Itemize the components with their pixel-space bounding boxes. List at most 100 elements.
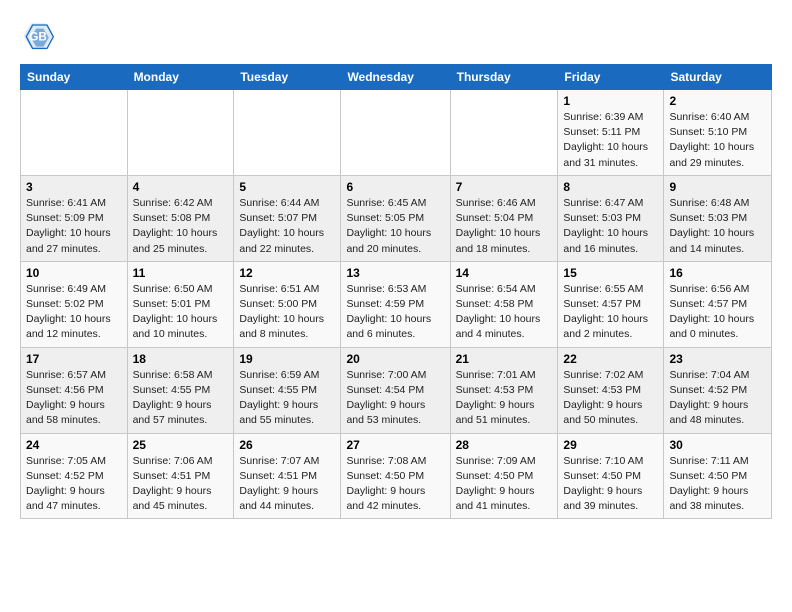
calendar-cell: 12 Sunrise: 6:51 AM Sunset: 5:00 PM Dayli…	[234, 261, 341, 347]
day-info: Sunrise: 7:00 AM Sunset: 4:54 PM Dayligh…	[346, 368, 444, 429]
day-info: Sunrise: 7:10 AM Sunset: 4:50 PM Dayligh…	[563, 454, 658, 515]
day-number: 10	[26, 266, 122, 280]
day-info: Sunrise: 7:01 AM Sunset: 4:53 PM Dayligh…	[456, 368, 553, 429]
svg-text:GB: GB	[29, 30, 47, 43]
day-info: Sunrise: 6:45 AM Sunset: 5:05 PM Dayligh…	[346, 196, 444, 257]
day-number: 30	[669, 438, 766, 452]
day-number: 8	[563, 180, 658, 194]
day-number: 20	[346, 352, 444, 366]
calendar-cell: 16 Sunrise: 6:56 AM Sunset: 4:57 PM Dayli…	[664, 261, 772, 347]
calendar-cell: 15 Sunrise: 6:55 AM Sunset: 4:57 PM Dayli…	[558, 261, 664, 347]
day-info: Sunrise: 6:53 AM Sunset: 4:59 PM Dayligh…	[346, 282, 444, 343]
week-row-2: 10 Sunrise: 6:49 AM Sunset: 5:02 PM Dayli…	[21, 261, 772, 347]
calendar-cell: 17 Sunrise: 6:57 AM Sunset: 4:56 PM Dayli…	[21, 347, 128, 433]
calendar-cell: 19Sunrise: 6:59 AM Sunset: 4:55 PM Dayli…	[234, 347, 341, 433]
weekday-header-monday: Monday	[127, 65, 234, 90]
logo-icon: GB	[20, 16, 56, 52]
day-info: Sunrise: 6:57 AM Sunset: 4:56 PM Dayligh…	[26, 368, 122, 429]
day-info: Sunrise: 6:50 AM Sunset: 5:01 PM Dayligh…	[133, 282, 229, 343]
weekday-header-tuesday: Tuesday	[234, 65, 341, 90]
week-row-4: 24 Sunrise: 7:05 AM Sunset: 4:52 PM Dayli…	[21, 433, 772, 519]
weekday-header-wednesday: Wednesday	[341, 65, 450, 90]
day-info: Sunrise: 6:40 AM Sunset: 5:10 PM Dayligh…	[669, 110, 766, 171]
header: GB	[20, 16, 772, 52]
weekday-header-friday: Friday	[558, 65, 664, 90]
calendar-cell	[234, 90, 341, 176]
calendar-cell: 30 Sunrise: 7:11 AM Sunset: 4:50 PM Dayli…	[664, 433, 772, 519]
calendar-cell: 21Sunrise: 7:01 AM Sunset: 4:53 PM Dayli…	[450, 347, 558, 433]
calendar-cell	[450, 90, 558, 176]
day-number: 11	[133, 266, 229, 280]
calendar-cell: 22 Sunrise: 7:02 AM Sunset: 4:53 PM Dayli…	[558, 347, 664, 433]
day-info: Sunrise: 6:55 AM Sunset: 4:57 PM Dayligh…	[563, 282, 658, 343]
day-number: 22	[563, 352, 658, 366]
day-info: Sunrise: 7:05 AM Sunset: 4:52 PM Dayligh…	[26, 454, 122, 515]
calendar-table: SundayMondayTuesdayWednesdayThursdayFrid…	[20, 64, 772, 519]
day-info: Sunrise: 7:04 AM Sunset: 4:52 PM Dayligh…	[669, 368, 766, 429]
day-number: 4	[133, 180, 229, 194]
calendar-cell: 24 Sunrise: 7:05 AM Sunset: 4:52 PM Dayli…	[21, 433, 128, 519]
day-info: Sunrise: 6:39 AM Sunset: 5:11 PM Dayligh…	[563, 110, 658, 171]
calendar-cell: 23Sunrise: 7:04 AM Sunset: 4:52 PM Dayli…	[664, 347, 772, 433]
weekday-header-saturday: Saturday	[664, 65, 772, 90]
week-row-1: 3 Sunrise: 6:41 AM Sunset: 5:09 PM Daylig…	[21, 175, 772, 261]
calendar-cell: 9 Sunrise: 6:48 AM Sunset: 5:03 PM Daylig…	[664, 175, 772, 261]
calendar-cell	[341, 90, 450, 176]
day-info: Sunrise: 6:59 AM Sunset: 4:55 PM Dayligh…	[239, 368, 335, 429]
day-number: 18	[133, 352, 229, 366]
calendar-cell: 18 Sunrise: 6:58 AM Sunset: 4:55 PM Dayli…	[127, 347, 234, 433]
calendar-cell: 14Sunrise: 6:54 AM Sunset: 4:58 PM Dayli…	[450, 261, 558, 347]
day-info: Sunrise: 7:11 AM Sunset: 4:50 PM Dayligh…	[669, 454, 766, 515]
day-info: Sunrise: 7:08 AM Sunset: 4:50 PM Dayligh…	[346, 454, 444, 515]
day-info: Sunrise: 6:44 AM Sunset: 5:07 PM Dayligh…	[239, 196, 335, 257]
day-info: Sunrise: 6:47 AM Sunset: 5:03 PM Dayligh…	[563, 196, 658, 257]
calendar-cell: 4Sunrise: 6:42 AM Sunset: 5:08 PM Daylig…	[127, 175, 234, 261]
day-number: 15	[563, 266, 658, 280]
day-number: 16	[669, 266, 766, 280]
calendar-cell: 11 Sunrise: 6:50 AM Sunset: 5:01 PM Dayli…	[127, 261, 234, 347]
day-info: Sunrise: 6:49 AM Sunset: 5:02 PM Dayligh…	[26, 282, 122, 343]
calendar-cell: 3 Sunrise: 6:41 AM Sunset: 5:09 PM Daylig…	[21, 175, 128, 261]
calendar-cell: 1Sunrise: 6:39 AM Sunset: 5:11 PM Daylig…	[558, 90, 664, 176]
day-number: 12	[239, 266, 335, 280]
day-number: 28	[456, 438, 553, 452]
day-number: 17	[26, 352, 122, 366]
calendar-cell: 26Sunrise: 7:07 AM Sunset: 4:51 PM Dayli…	[234, 433, 341, 519]
day-number: 13	[346, 266, 444, 280]
calendar-cell: 5 Sunrise: 6:44 AM Sunset: 5:07 PM Daylig…	[234, 175, 341, 261]
calendar-cell	[127, 90, 234, 176]
calendar-cell: 20 Sunrise: 7:00 AM Sunset: 4:54 PM Dayli…	[341, 347, 450, 433]
day-info: Sunrise: 6:58 AM Sunset: 4:55 PM Dayligh…	[133, 368, 229, 429]
day-info: Sunrise: 6:54 AM Sunset: 4:58 PM Dayligh…	[456, 282, 553, 343]
weekday-header-sunday: Sunday	[21, 65, 128, 90]
week-row-0: 1Sunrise: 6:39 AM Sunset: 5:11 PM Daylig…	[21, 90, 772, 176]
calendar-cell: 28Sunrise: 7:09 AM Sunset: 4:50 PM Dayli…	[450, 433, 558, 519]
day-info: Sunrise: 6:41 AM Sunset: 5:09 PM Dayligh…	[26, 196, 122, 257]
calendar-cell: 2 Sunrise: 6:40 AM Sunset: 5:10 PM Daylig…	[664, 90, 772, 176]
calendar-cell: 7 Sunrise: 6:46 AM Sunset: 5:04 PM Daylig…	[450, 175, 558, 261]
day-number: 29	[563, 438, 658, 452]
day-info: Sunrise: 7:02 AM Sunset: 4:53 PM Dayligh…	[563, 368, 658, 429]
logo: GB	[20, 16, 62, 52]
calendar-cell: 6 Sunrise: 6:45 AM Sunset: 5:05 PM Daylig…	[341, 175, 450, 261]
day-number: 6	[346, 180, 444, 194]
day-info: Sunrise: 6:51 AM Sunset: 5:00 PM Dayligh…	[239, 282, 335, 343]
day-number: 2	[669, 94, 766, 108]
day-number: 5	[239, 180, 335, 194]
calendar-cell: 8 Sunrise: 6:47 AM Sunset: 5:03 PM Daylig…	[558, 175, 664, 261]
calendar-cell: 13 Sunrise: 6:53 AM Sunset: 4:59 PM Dayli…	[341, 261, 450, 347]
day-number: 26	[239, 438, 335, 452]
day-info: Sunrise: 6:46 AM Sunset: 5:04 PM Dayligh…	[456, 196, 553, 257]
day-number: 3	[26, 180, 122, 194]
day-number: 24	[26, 438, 122, 452]
day-number: 9	[669, 180, 766, 194]
weekday-header-row: SundayMondayTuesdayWednesdayThursdayFrid…	[21, 65, 772, 90]
calendar-cell: 27 Sunrise: 7:08 AM Sunset: 4:50 PM Dayli…	[341, 433, 450, 519]
day-number: 27	[346, 438, 444, 452]
day-info: Sunrise: 7:06 AM Sunset: 4:51 PM Dayligh…	[133, 454, 229, 515]
calendar-cell: 25Sunrise: 7:06 AM Sunset: 4:51 PM Dayli…	[127, 433, 234, 519]
day-info: Sunrise: 6:56 AM Sunset: 4:57 PM Dayligh…	[669, 282, 766, 343]
day-info: Sunrise: 6:48 AM Sunset: 5:03 PM Dayligh…	[669, 196, 766, 257]
day-number: 7	[456, 180, 553, 194]
calendar-cell	[21, 90, 128, 176]
